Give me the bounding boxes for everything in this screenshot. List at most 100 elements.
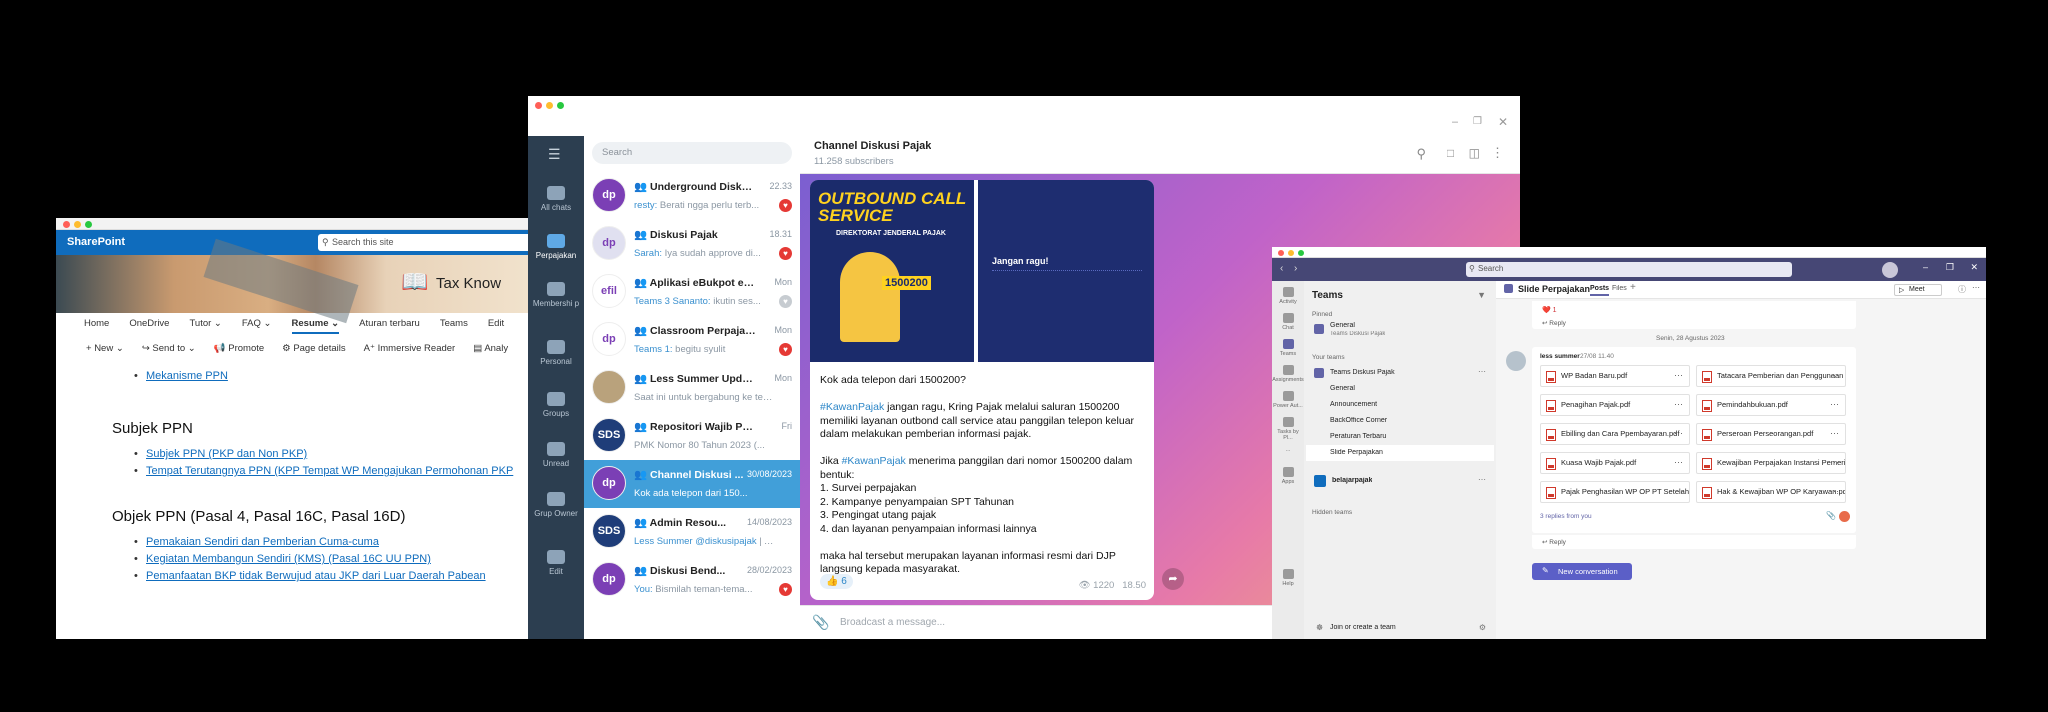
folder-grup-owner[interactable]: Grup Owner [528, 492, 584, 519]
minimize-icon[interactable]: – [1452, 116, 1458, 128]
file-attachment[interactable]: WP Badan Baru.pdf ⋯ [1540, 365, 1690, 387]
attach-icon[interactable]: 📎 [812, 614, 829, 631]
app-apps[interactable]: Apps [1272, 467, 1304, 485]
close-icon[interactable]: ✕ [1970, 262, 1978, 273]
poster-image[interactable]: OUTBOUND CALL SERVICE DIREKTORAT JENDERA… [810, 180, 974, 362]
team-name[interactable]: Teams Diskusi Pajak [1330, 369, 1395, 376]
app--[interactable]: ... [1272, 447, 1304, 453]
search-icon[interactable]: ⚲ [1416, 146, 1426, 162]
more-icon[interactable]: ⋯ [1972, 283, 1980, 292]
chat-item[interactable]: dp 👥 Underground Diskusi ... 22.33 resty: B… [584, 172, 800, 220]
team-belajarpajak[interactable]: belajarpajak [1332, 477, 1372, 484]
more-icon[interactable]: ⋯ [1830, 486, 1839, 497]
nav-home[interactable]: Home [84, 318, 109, 334]
new-button[interactable]: + New ⌄ [86, 343, 124, 354]
chat-item[interactable]: dp 👥 Channel Diskusi ... 30/08/2023 Kok ada… [584, 460, 800, 508]
reply-link[interactable]: ↩ Reply [1542, 319, 1566, 327]
link-kms[interactable]: Kegiatan Membangun Sendiri (KMS) (Pasal … [146, 553, 431, 565]
nav-aturan-terbaru[interactable]: Aturan terbaru [359, 318, 420, 334]
nav-resume[interactable]: Resume ⌄ [291, 318, 340, 334]
app-assignments[interactable]: Assignments [1272, 365, 1304, 383]
file-attachment[interactable]: Penagihan Pajak.pdf ⋯ [1540, 394, 1690, 416]
new-conversation-button[interactable]: ✎ New conversation [1532, 563, 1632, 580]
chat-item[interactable]: dp 👥 Diskusi Pajak 18.31 Sarah: Iya sudah a… [584, 220, 800, 268]
avatar[interactable] [1882, 262, 1898, 278]
link-tempat-terutang[interactable]: Tempat Terutangnya PPN (KPP Tempat WP Me… [146, 465, 513, 477]
add-tab-icon[interactable]: + [1630, 282, 1636, 293]
author-name[interactable]: less summer [1540, 353, 1580, 360]
folder-edit[interactable]: Edit [528, 550, 584, 576]
chat-header[interactable]: Channel Diskusi Pajak 11.258 subscribers… [800, 136, 1520, 174]
forward-icon[interactable]: ➦ [1162, 568, 1184, 590]
poster-info-image[interactable]: Jangan ragu! [978, 180, 1154, 362]
more-icon[interactable]: ⋯ [1674, 457, 1683, 468]
author-avatar[interactable] [1506, 351, 1526, 371]
more-icon[interactable]: ⋯ [1830, 457, 1839, 468]
minimize-dot[interactable] [546, 102, 553, 109]
chat-item[interactable]: efil👥 Aplikasi eBukpot eFakt...MonTeams … [584, 268, 800, 316]
tab-posts[interactable]: Posts [1590, 285, 1610, 296]
file-attachment[interactable]: Kuasa Wajib Pajak.pdf ⋯ [1540, 452, 1690, 474]
folder-personal[interactable]: Personal [528, 340, 584, 366]
channel-slide-selected[interactable]: Slide Perpajakan [1306, 445, 1494, 461]
forward-icon[interactable]: › [1294, 263, 1297, 274]
more-icon[interactable]: ⋯ [1674, 399, 1683, 410]
restore-icon[interactable]: ❐ [1946, 262, 1954, 273]
gear-icon[interactable]: ⚙ [1479, 623, 1486, 632]
restore-icon[interactable]: ❐ [1473, 116, 1482, 127]
channel-post[interactable]: OUTBOUND CALL SERVICE DIREKTORAT JENDERA… [810, 180, 1154, 600]
comments-icon[interactable]: □ [1447, 146, 1454, 160]
analytics-button[interactable]: ▤ Analy [473, 343, 508, 354]
back-icon[interactable]: ‹ [1280, 263, 1283, 274]
chat-item[interactable]: SDS 👥 Admin Resou... 14/08/2023 Less Summer… [584, 508, 800, 556]
folder-membership[interactable]: Membershi p [528, 282, 584, 309]
minimize-dot[interactable] [74, 221, 81, 228]
pinned-channel[interactable]: General [1330, 322, 1355, 329]
more-icon[interactable]: ⋯ [1674, 370, 1683, 381]
zoom-dot[interactable] [85, 221, 92, 228]
sharepoint-brand[interactable]: SharePoint [67, 236, 125, 248]
close-icon[interactable]: ✕ [1498, 115, 1508, 129]
more-icon[interactable]: ⋯ [1674, 428, 1683, 439]
file-attachment[interactable]: Kewajiban Perpajakan Instansi Pemerint..… [1696, 452, 1846, 474]
more-icon[interactable]: ⋯ [1830, 399, 1839, 410]
channel-backoffice[interactable]: BackOffice Corner [1330, 417, 1387, 424]
folder-groups[interactable]: Groups [528, 392, 584, 418]
teams-search-input[interactable]: ⚲ Search [1466, 262, 1792, 277]
nav-onedrive[interactable]: OneDrive [129, 318, 169, 334]
minimize-dot[interactable] [1288, 250, 1294, 256]
chat-item[interactable]: SDS 👥 Repositori Wajib Pajak Fri PMK Nomor … [584, 412, 800, 460]
link-mekanisme-ppn[interactable]: Mekanisme PPN [146, 370, 228, 382]
chat-item[interactable]: dp 👥 Classroom Perpajakan Mon Teams 1: begi… [584, 316, 800, 364]
zoom-dot[interactable] [557, 102, 564, 109]
filter-icon[interactable]: ▼ [1477, 290, 1486, 300]
sidebar-toggle-icon[interactable]: ◫ [1469, 146, 1480, 160]
hashtag-link[interactable]: #KawanPajak [820, 401, 884, 413]
more-icon[interactable]: ⋮ [1491, 145, 1504, 161]
meet-button[interactable]: ▷ Meet [1894, 284, 1942, 296]
channel-peraturan[interactable]: Peraturan Terbaru [1330, 433, 1386, 440]
folder-perpajakan[interactable]: Perpajakan [528, 234, 584, 260]
folder-unread[interactable]: Unread [528, 442, 584, 468]
more-icon[interactable]: ⋯ [1830, 370, 1839, 381]
tab-files[interactable]: Files [1612, 285, 1627, 292]
join-create-team[interactable]: Join or create a team [1330, 624, 1396, 631]
hidden-teams[interactable]: Hidden teams [1312, 509, 1352, 516]
file-attachment[interactable]: Pemindahbukuan.pdf ⋯ [1696, 394, 1846, 416]
more-icon[interactable]: ⋯ [1478, 367, 1486, 376]
app-power-aut-[interactable]: Power Aut... [1272, 391, 1304, 409]
hashtag-link[interactable]: #KawanPajak [842, 455, 906, 467]
chat-item[interactable]: dp 👥 Diskusi Bend... 28/02/2023 You: Bismil… [584, 556, 800, 604]
app-tasks-by-pl-[interactable]: Tasks by Pl... [1272, 417, 1304, 441]
info-icon[interactable]: ⓘ [1958, 284, 1966, 295]
reaction-thumbs-up[interactable]: 👍 6 [820, 574, 853, 589]
minimize-icon[interactable]: – [1923, 262, 1928, 272]
link-pemakaian-sendiri[interactable]: Pemakaian Sendiri dan Pemberian Cuma-cum… [146, 536, 379, 548]
page-details-button[interactable]: ⚙ Page details [282, 343, 345, 354]
nav-edit[interactable]: Edit [488, 318, 504, 334]
more-icon[interactable]: ⋯ [1830, 428, 1839, 439]
app-teams[interactable]: Teams [1272, 339, 1304, 357]
file-attachment[interactable]: Hak & Kewajiban WP OP Karyawan.pdf ⋯ [1696, 481, 1846, 503]
menu-icon[interactable]: ☰ [548, 146, 561, 163]
close-dot[interactable] [535, 102, 542, 109]
